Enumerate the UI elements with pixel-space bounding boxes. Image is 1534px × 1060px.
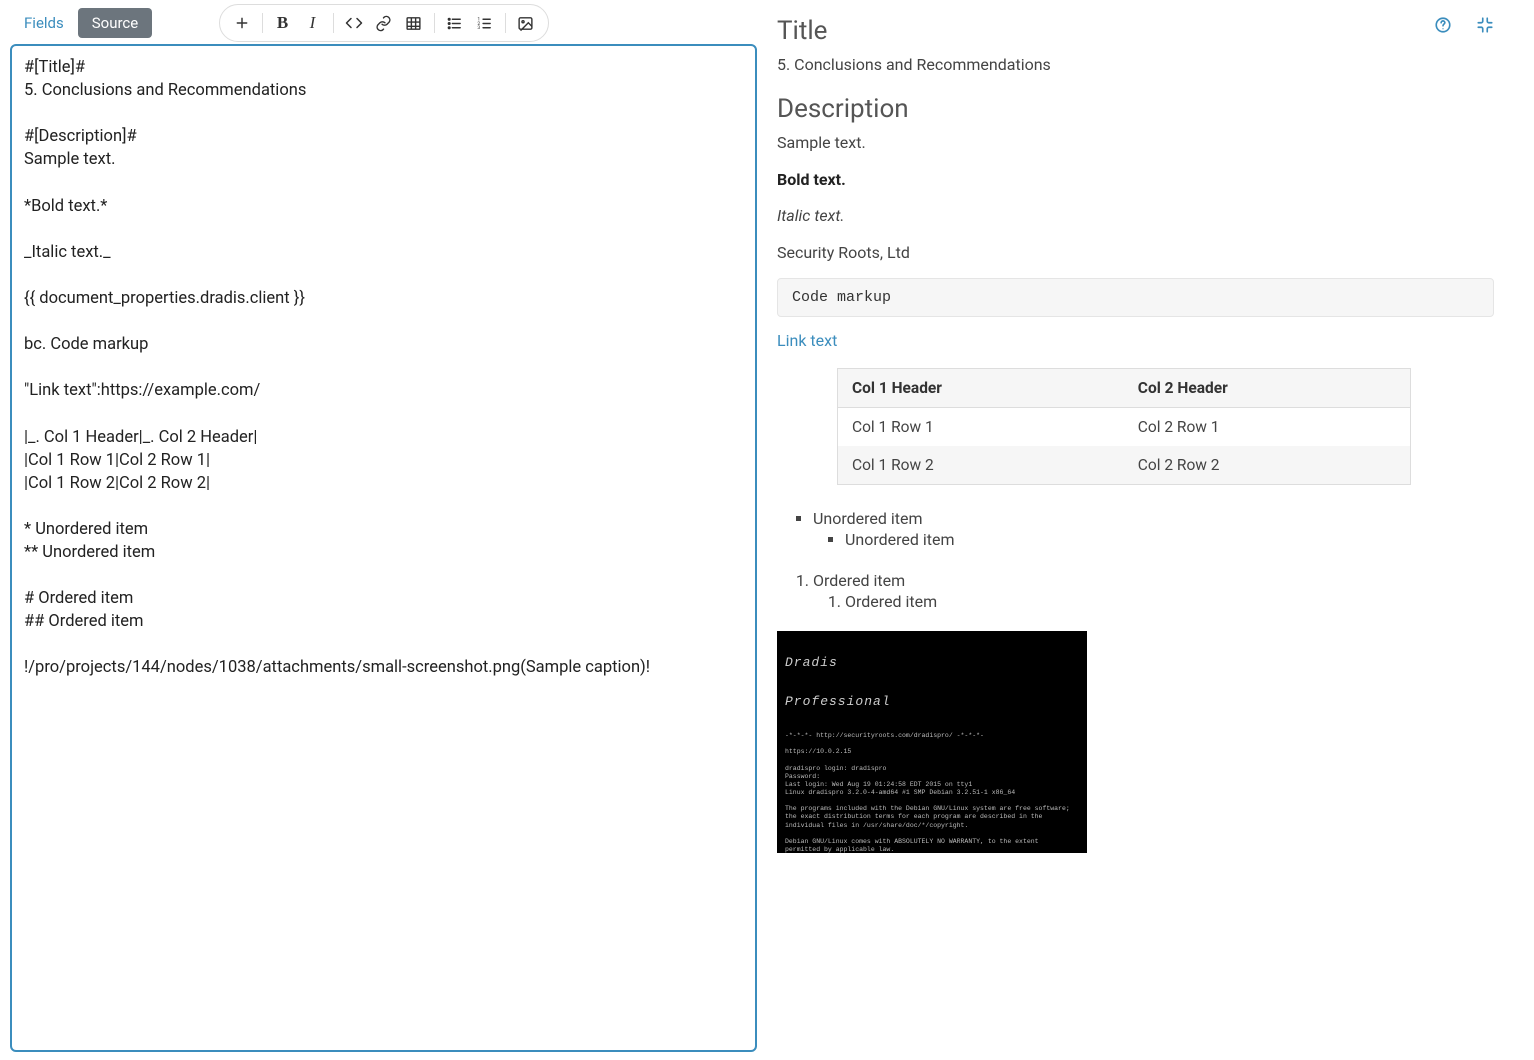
- preview-pane: Title 5. Conclusions and Recommendations…: [767, 0, 1534, 1060]
- code-icon[interactable]: [340, 9, 368, 37]
- italic-icon[interactable]: I: [299, 9, 327, 37]
- preview-link[interactable]: Link text: [777, 331, 837, 350]
- help-icon[interactable]: [1434, 16, 1452, 34]
- list-item: Ordered item: [845, 590, 1494, 613]
- code-block: Code markup: [777, 278, 1494, 317]
- list-item: Ordered item Ordered item: [813, 569, 1494, 615]
- tab-source[interactable]: Source: [78, 8, 152, 38]
- screenshot-image: Dradis Professional -*-*-*- http://secur…: [777, 631, 1087, 853]
- editor-tabs: Fields Source B I: [10, 8, 757, 38]
- bullet-list-icon[interactable]: [441, 9, 469, 37]
- table-row: Col 1 Row 2 Col 2 Row 2: [838, 446, 1411, 485]
- list-item: Unordered item: [845, 528, 1494, 551]
- ordered-list: Ordered item Ordered item: [813, 569, 1494, 615]
- table-header: Col 2 Header: [1124, 368, 1410, 407]
- description-text: Sample text.: [777, 132, 1494, 154]
- image-icon[interactable]: [512, 9, 540, 37]
- ordered-list-icon[interactable]: 123: [471, 9, 499, 37]
- plus-icon[interactable]: [228, 9, 256, 37]
- link-icon[interactable]: [370, 9, 398, 37]
- description-heading: Description: [777, 94, 1494, 124]
- fullscreen-exit-icon[interactable]: [1476, 16, 1494, 34]
- client-text: Security Roots, Ltd: [777, 242, 1494, 264]
- list-item: Unordered item Unordered item: [813, 507, 1494, 553]
- table-header: Col 1 Header: [838, 368, 1124, 407]
- title-text: 5. Conclusions and Recommendations: [777, 54, 1494, 76]
- italic-text: Italic text.: [777, 205, 1494, 227]
- svg-text:3: 3: [477, 25, 480, 31]
- table-icon[interactable]: [400, 9, 428, 37]
- unordered-list: Unordered item Unordered item: [813, 507, 1494, 553]
- tab-fields[interactable]: Fields: [10, 8, 78, 38]
- table-row: Col 1 Row 1 Col 2 Row 1: [838, 407, 1411, 446]
- bold-text: Bold text.: [777, 169, 1494, 191]
- source-editor[interactable]: [10, 44, 757, 1052]
- preview-table: Col 1 Header Col 2 Header Col 1 Row 1 Co…: [837, 368, 1411, 485]
- editor-toolbar: B I 123: [219, 4, 549, 42]
- title-heading: Title: [777, 16, 1494, 46]
- bold-icon[interactable]: B: [269, 9, 297, 37]
